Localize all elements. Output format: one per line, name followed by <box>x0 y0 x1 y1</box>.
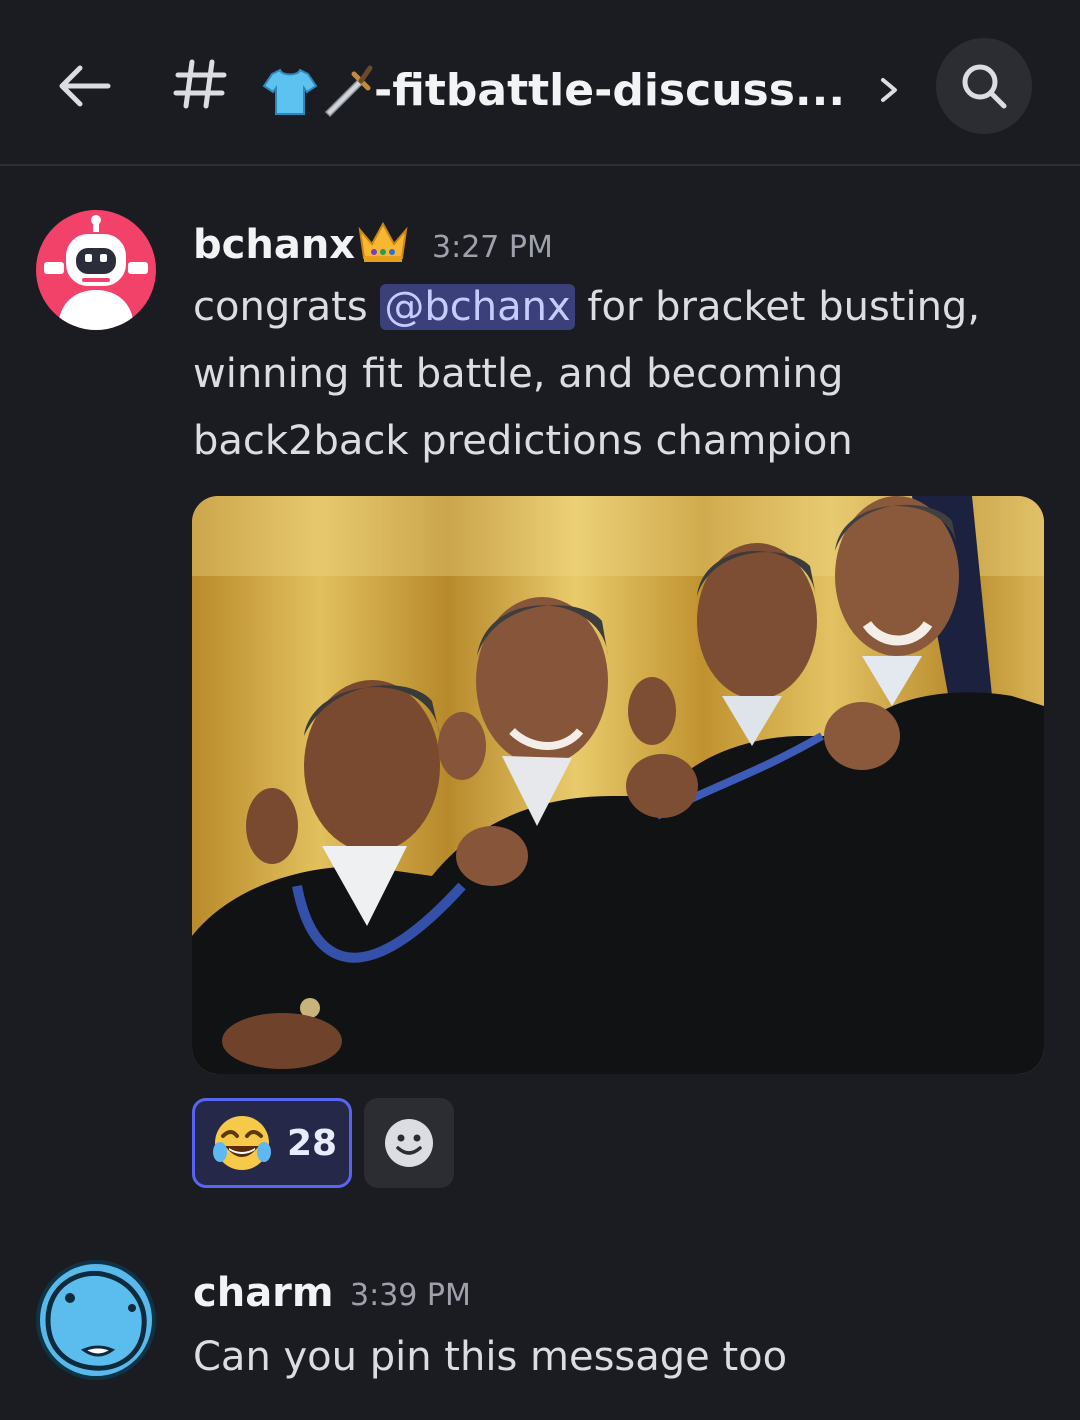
channel-name: -fitbattle-discuss... <box>374 64 846 116</box>
search-button[interactable] <box>936 38 1032 134</box>
reaction-count: 28 <box>287 1122 338 1164</box>
user-mention[interactable]: @bchanx <box>380 284 575 330</box>
meme-image <box>192 496 1044 1074</box>
channel-header: -fitbattle-discuss... <box>0 0 1080 166</box>
add-reaction-button[interactable] <box>364 1098 454 1188</box>
sword-icon <box>324 65 373 118</box>
back-arrow-icon <box>59 65 111 107</box>
reaction-joy[interactable]: 28 <box>192 1098 352 1188</box>
avatar-bchanx[interactable] <box>36 210 156 330</box>
username[interactable]: bchanx <box>193 222 355 268</box>
username[interactable]: charm <box>193 1270 334 1316</box>
channel-title[interactable]: -fitbattle-discuss... <box>262 58 845 122</box>
chevron-right-icon[interactable] <box>872 68 906 112</box>
back-button[interactable] <box>48 50 120 122</box>
blob-avatar-icon <box>45 1270 147 1371</box>
robot-avatar-icon <box>44 215 148 330</box>
timestamp: 3:27 PM <box>432 230 553 265</box>
hash-icon <box>168 52 232 116</box>
avatar-charm[interactable] <box>36 1260 156 1380</box>
message-image-attachment[interactable] <box>192 496 1044 1074</box>
search-icon <box>962 64 1007 109</box>
smiley-add-reaction-icon <box>385 1119 433 1167</box>
shirt-icon <box>262 68 318 115</box>
timestamp: 3:39 PM <box>350 1278 471 1313</box>
crown-icon <box>358 221 408 262</box>
joy-emoji-icon <box>213 1116 271 1170</box>
message-content: Can you pin this message too <box>193 1334 788 1380</box>
message-content: congrats @bchanx for bracket busting, wi… <box>193 284 981 464</box>
